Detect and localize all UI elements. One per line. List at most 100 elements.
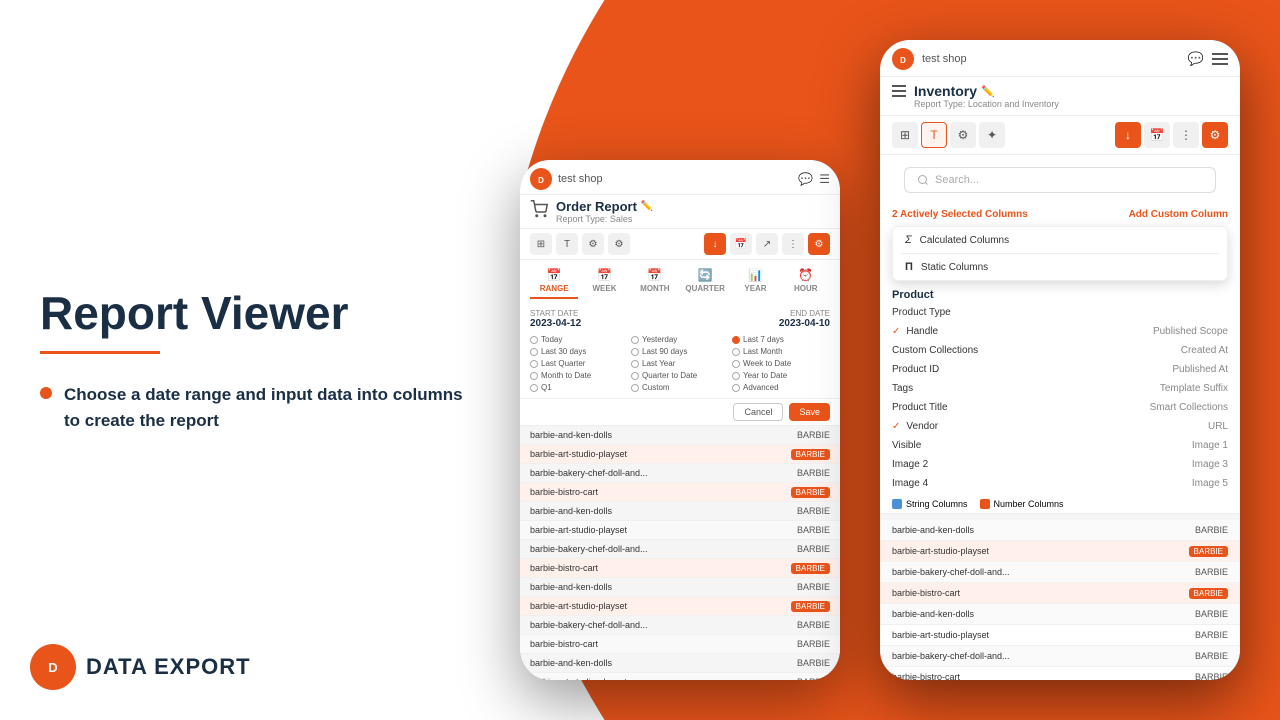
radio-yeartodate[interactable]: Year to Date (732, 371, 830, 380)
radio-lastyear[interactable]: Last Year (631, 359, 729, 368)
column-item-product-title[interactable]: Product Title Smart Collections (880, 398, 1240, 417)
radio-last30[interactable]: Last 30 days (530, 347, 628, 356)
table-row: barbie-bakery-chef-doll-and... BARBIE (520, 540, 840, 559)
left-app-logo: D (530, 168, 552, 190)
range-tab[interactable]: 📅 RANGE (530, 264, 578, 299)
table-row: barbie-and-ken-dolls BARBIE (520, 578, 840, 597)
title-underline (40, 351, 160, 354)
cart-icon[interactable] (530, 200, 548, 223)
dropdown-menu: Σ Calculated Columns П Static Columns (892, 226, 1228, 281)
col-label: Tags (892, 383, 913, 394)
more-btn[interactable]: ⋮ (782, 233, 804, 255)
right-table-btn[interactable]: ⊞ (892, 122, 918, 148)
download-btn[interactable]: ↓ (704, 233, 726, 255)
settings-btn[interactable]: ⚙ (608, 233, 630, 255)
feature-text: Choose a date range and input data into … (64, 382, 480, 433)
table-row: barbie-and-ken-dolls BARBIE (880, 604, 1240, 625)
add-custom-column-btn[interactable]: Add Custom Column (1129, 209, 1228, 220)
search-bar[interactable]: Search... (904, 167, 1216, 193)
menu-icon[interactable]: ☰ (819, 172, 830, 186)
end-date-value[interactable]: 2023-04-10 (779, 318, 830, 329)
chat-icon[interactable]: 💬 (798, 172, 813, 186)
column-item-visible[interactable]: Visible Image 1 (880, 436, 1240, 455)
column-item-vendor[interactable]: ✓ Vendor URL (880, 417, 1240, 436)
search-container: Search... (880, 155, 1240, 205)
col-label: Custom Collections (892, 345, 978, 356)
col-label: Product Type (892, 307, 951, 318)
month-tab[interactable]: 📅 MONTH (631, 264, 679, 299)
cancel-button[interactable]: Cancel (733, 403, 783, 421)
hamburger-menu[interactable] (1212, 53, 1228, 65)
right-star-btn[interactable]: ✦ (979, 122, 1005, 148)
column-item-handle[interactable]: ✓ Handle Published Scope (880, 322, 1240, 341)
right-edit-icon[interactable]: ✏️ (981, 85, 995, 98)
column-item-product-type[interactable]: Product Type (880, 303, 1240, 322)
radio-quartertodate[interactable]: Quarter to Date (631, 371, 729, 380)
radio-today[interactable]: Today (530, 335, 628, 344)
radio-q1[interactable]: Q1 (530, 383, 628, 392)
column-item-product-id[interactable]: Product ID Published At (880, 360, 1240, 379)
radio-advanced[interactable]: Advanced (732, 383, 830, 392)
start-date-value[interactable]: 2023-04-12 (530, 318, 581, 329)
table-row: barbie-bakery-chef-doll-and... BARBIE (880, 562, 1240, 583)
table-btn[interactable]: ⊞ (530, 233, 552, 255)
static-columns-label: Static Columns (921, 262, 988, 273)
right-app-logo: D (892, 48, 914, 70)
col-right: Smart Collections (1150, 402, 1228, 413)
right-text-btn[interactable]: T (921, 122, 947, 148)
edit-icon-left[interactable]: ✏️ (641, 201, 653, 212)
radio-last7[interactable]: Last 7 days (732, 335, 830, 344)
right-report-title: Inventory (914, 83, 977, 99)
save-button[interactable]: Save (789, 403, 830, 421)
radio-last90[interactable]: Last 90 days (631, 347, 729, 356)
column-item-image2[interactable]: Image 2 Image 3 (880, 455, 1240, 474)
radio-yesterday[interactable]: Yesterday (631, 335, 729, 344)
columns-list: Product Type ✓ Handle Published Scope Cu… (880, 303, 1240, 493)
phone-left: D test shop 💬 ☰ Order Report ✏️ Report T… (520, 160, 840, 680)
radio-custom[interactable]: Custom (631, 383, 729, 392)
feature-item: Choose a date range and input data into … (40, 382, 480, 433)
right-gear-btn[interactable]: ⚙ (1202, 122, 1228, 148)
left-toolbar: ⊞ T ⚙ ⚙ ↓ 📅 ↗ ⋮ ⚙ (520, 229, 840, 260)
calendar-btn[interactable]: 📅 (730, 233, 752, 255)
column-section-header: Product (880, 285, 1240, 303)
columns-header: 2 Actively Selected Columns Add Custom C… (880, 205, 1240, 226)
text-btn[interactable]: T (556, 233, 578, 255)
column-item-tags[interactable]: Tags Template Suffix (880, 379, 1240, 398)
right-chat-icon[interactable]: 💬 (1188, 51, 1204, 67)
share-btn[interactable]: ↗ (756, 233, 778, 255)
right-filter-btn[interactable]: ⚙ (950, 122, 976, 148)
radio-weektodate[interactable]: Week to Date (732, 359, 830, 368)
right-more-btn[interactable]: ⋮ (1173, 122, 1199, 148)
radio-lastquarter[interactable]: Last Quarter (530, 359, 628, 368)
right-menu-icon[interactable] (892, 85, 906, 97)
right-download-btn[interactable]: ↓ (1115, 122, 1141, 148)
left-app-header: D test shop 💬 ☰ (520, 160, 840, 195)
static-columns-item[interactable]: П Static Columns (893, 254, 1227, 280)
right-cal-btn[interactable]: 📅 (1144, 122, 1170, 148)
col-right: Published Scope (1153, 326, 1228, 337)
column-item-image4[interactable]: Image 4 Image 5 (880, 474, 1240, 493)
filter-btn[interactable]: ⚙ (582, 233, 604, 255)
col-label: Handle (906, 326, 938, 337)
hour-tab[interactable]: ⏰ HOUR (782, 264, 830, 299)
table-row: barbie-bakery-chef-doll-and... BARBIE (880, 646, 1240, 667)
number-legend-dot (980, 499, 990, 509)
col-label: Product Title (892, 402, 948, 413)
year-tab[interactable]: 📊 YEAR (731, 264, 779, 299)
gear-btn[interactable]: ⚙ (808, 233, 830, 255)
table-row: barbie-bakery-chef-doll-and... BARBIE (520, 464, 840, 483)
column-item-custom-collections[interactable]: Custom Collections Created At (880, 341, 1240, 360)
radio-options: Today Yesterday Last 7 days Last 30 days… (530, 335, 830, 392)
col-right: Created At (1181, 345, 1228, 356)
week-tab[interactable]: 📅 WEEK (580, 264, 628, 299)
table-row: barbie-art-studio-playset BARBIE (520, 597, 840, 616)
radio-lastmonth[interactable]: Last Month (732, 347, 830, 356)
quarter-tab[interactable]: 🔄 QUARTER (681, 264, 729, 299)
calculated-columns-item[interactable]: Σ Calculated Columns (893, 227, 1227, 253)
radio-monthtodate[interactable]: Month to Date (530, 371, 628, 380)
col-right: URL (1208, 421, 1228, 432)
col-right: Template Suffix (1160, 383, 1228, 394)
col-right: Image 5 (1192, 478, 1228, 489)
string-legend-dot (892, 499, 902, 509)
